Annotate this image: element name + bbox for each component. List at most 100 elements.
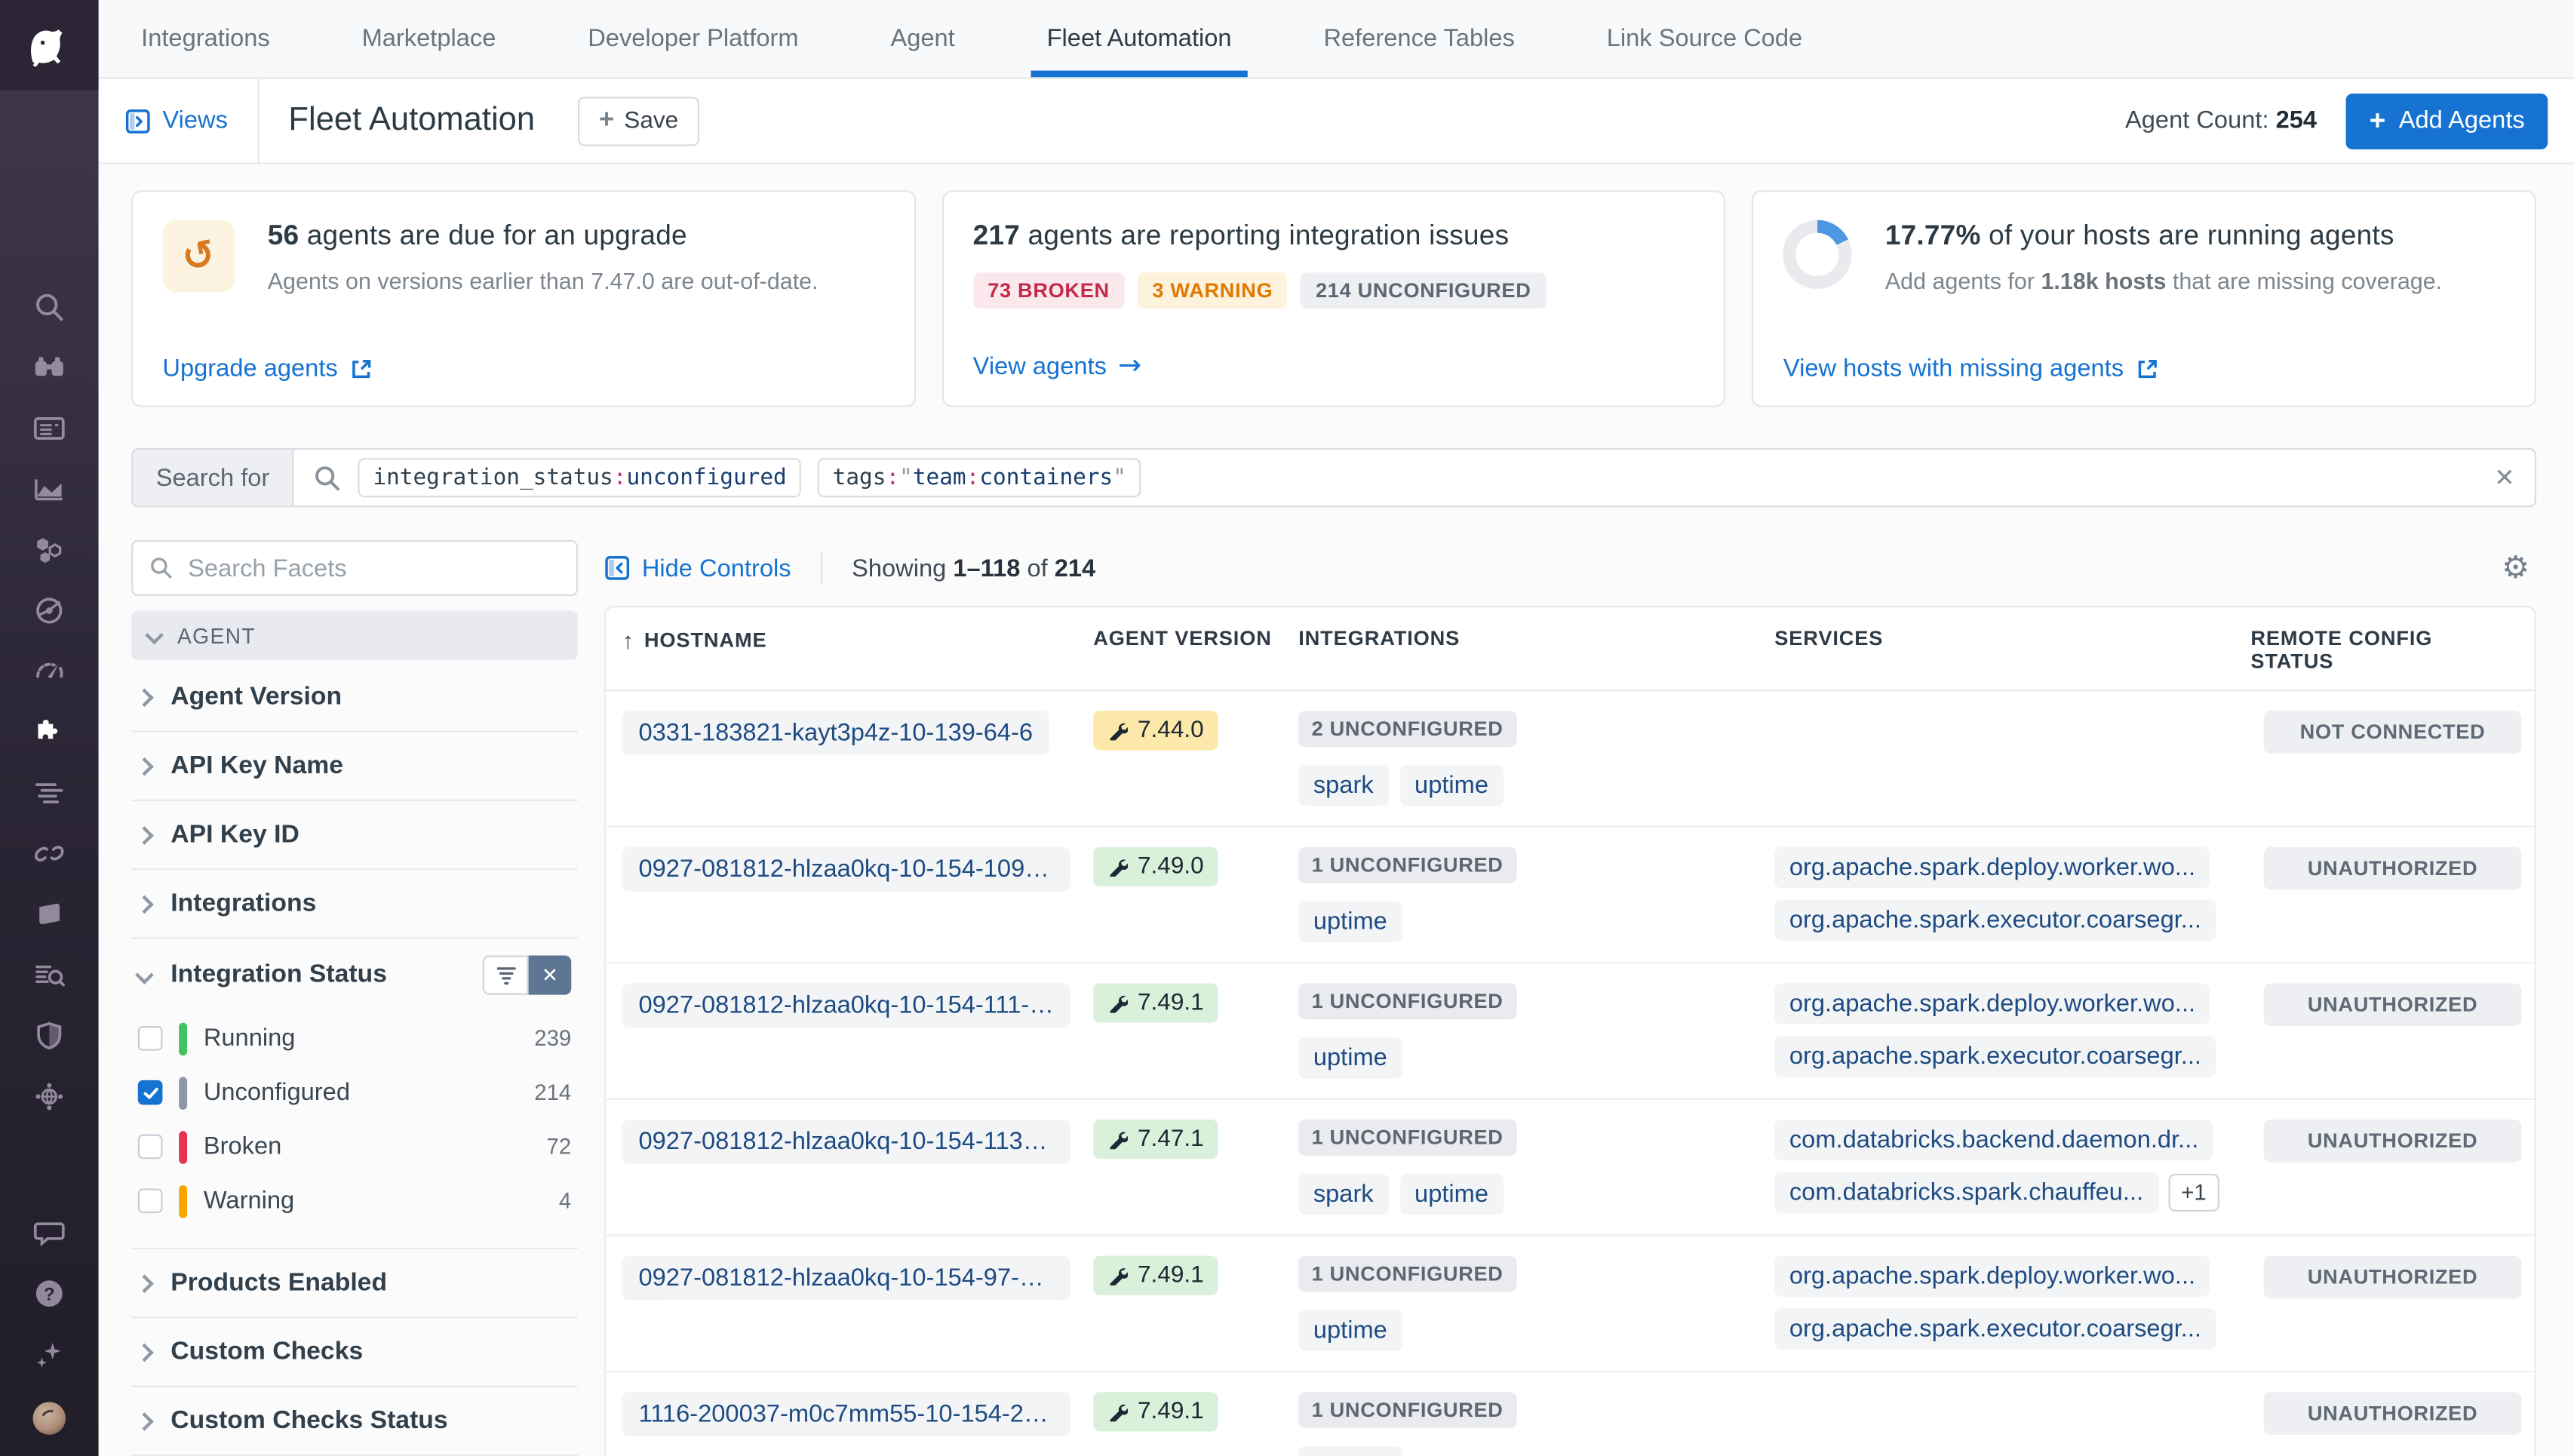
wrench-icon <box>1108 1129 1128 1149</box>
service-link[interactable]: org.apache.spark.executor.coarsegr... <box>1774 899 2216 940</box>
ci-link-icon[interactable] <box>31 836 67 872</box>
integration-link-uptime[interactable]: uptime <box>1399 1174 1503 1215</box>
filter-icon <box>495 965 516 984</box>
facet-option-running[interactable]: Running239 <box>131 1011 578 1065</box>
query-token-tags[interactable]: tags:"team:containers" <box>818 458 1141 497</box>
tab-developer-platform[interactable]: Developer Platform <box>588 0 798 77</box>
save-view-button[interactable]: + Save <box>578 96 700 145</box>
service-link[interactable]: org.apache.spark.executor.coarsegr... <box>1774 1036 2216 1077</box>
service-link[interactable]: org.apache.spark.deploy.worker.wo... <box>1774 1256 2210 1297</box>
wrench-icon <box>1108 1266 1128 1286</box>
integration-link-uptime[interactable]: uptime <box>1298 1310 1402 1350</box>
service-link[interactable]: com.databricks.spark.chauffeu... <box>1774 1172 2158 1213</box>
query-search-bar[interactable]: Search for integration_status:unconfigur… <box>131 448 2536 507</box>
checkbox[interactable] <box>138 1080 163 1105</box>
tab-agent[interactable]: Agent <box>890 0 954 77</box>
datadog-logo[interactable] <box>0 0 99 91</box>
service-link[interactable]: org.apache.spark.deploy.worker.wo... <box>1774 847 2210 888</box>
tab-marketplace[interactable]: Marketplace <box>362 0 496 77</box>
facet-integrations[interactable]: Integrations <box>131 870 578 938</box>
facet-integration-status-header[interactable]: Integration Status ✕ <box>131 939 578 1012</box>
column-remote-config-status[interactable]: REMOTE CONFIG STATUS <box>2250 607 2534 690</box>
facet-filter-button[interactable] <box>483 955 529 994</box>
services-cell: org.apache.spark.deploy.worker.wo... org.… <box>1774 963 2250 1096</box>
facet-custom-checks[interactable]: Custom Checks <box>131 1318 578 1387</box>
add-agents-button[interactable]: + Add Agents <box>2346 93 2548 149</box>
metrics-icon[interactable] <box>31 472 67 508</box>
status-options: Running239Unconfigured214Broken72Warning… <box>131 1011 578 1227</box>
integration-links: spark uptime <box>1298 1174 1774 1215</box>
facet-search[interactable] <box>131 540 578 596</box>
facet-custom-checks-status[interactable]: Custom Checks Status <box>131 1387 578 1456</box>
views-button[interactable]: Views <box>124 106 228 134</box>
column-hostname[interactable]: ↑HOSTNAME <box>606 607 1093 670</box>
query-token-integration_status[interactable]: integration_status:unconfigured <box>358 458 802 497</box>
tab-integrations[interactable]: Integrations <box>141 0 270 77</box>
facet-option-broken[interactable]: Broken72 <box>131 1120 578 1174</box>
tab-reference-tables[interactable]: Reference Tables <box>1323 0 1514 77</box>
watchdog-binoculars-icon[interactable] <box>31 349 67 386</box>
network-globe-icon[interactable] <box>31 1079 67 1115</box>
tab-fleet-automation[interactable]: Fleet Automation <box>1047 0 1232 77</box>
facet-api-key-id[interactable]: API Key ID <box>131 801 578 870</box>
integration-link-uptime[interactable]: uptime <box>1298 902 1402 942</box>
security-shield-icon[interactable] <box>31 1018 67 1054</box>
hostname-link[interactable]: 0927-081812-hlzaa0kq-10-154-97-118 <box>622 1256 1070 1301</box>
facet-agent-version[interactable]: Agent Version <box>131 663 578 732</box>
facet-products-enabled[interactable]: Products Enabled <box>131 1249 578 1318</box>
upgrade-agents-link[interactable]: Upgrade agents <box>162 355 372 382</box>
agent-version-value: 7.49.1 <box>1138 1262 1204 1289</box>
ai-sparkle-icon[interactable] <box>31 1336 67 1372</box>
chevron-right-icon <box>135 757 154 776</box>
integration-link-uptime[interactable]: uptime <box>1298 1446 1402 1456</box>
facet-option-warning[interactable]: Warning4 <box>131 1174 578 1228</box>
column-agent-version[interactable]: AGENT VERSION <box>1093 607 1298 666</box>
view-missing-hosts-link[interactable]: View hosts with missing agents <box>1783 355 2158 382</box>
user-avatar[interactable] <box>28 1397 71 1440</box>
tab-link-source-code[interactable]: Link Source Code <box>1607 0 1802 77</box>
facet-clear-button[interactable]: ✕ <box>529 955 572 994</box>
more-services-chip[interactable]: +1 <box>2168 1174 2219 1212</box>
checkbox[interactable] <box>138 1188 163 1213</box>
facet-api-key-name[interactable]: API Key Name <box>131 733 578 801</box>
facet-search-input[interactable] <box>188 554 560 582</box>
views-label: Views <box>162 106 227 134</box>
agent-version-pill: 7.49.1 <box>1093 1392 1218 1431</box>
notebooks-icon[interactable] <box>31 896 67 932</box>
integration-link-uptime[interactable]: uptime <box>1399 765 1503 806</box>
service-link[interactable]: com.databricks.backend.daemon.dr... <box>1774 1120 2213 1160</box>
integration-link-uptime[interactable]: uptime <box>1298 1037 1402 1078</box>
infrastructure-icon[interactable] <box>31 532 67 568</box>
facet-group-agent[interactable]: AGENT <box>131 610 578 659</box>
hostname-link[interactable]: 0927-081812-hlzaa0kq-10-154-109-1... <box>622 847 1070 892</box>
hostname-link[interactable]: 0927-081812-hlzaa0kq-10-154-113-1... <box>622 1120 1070 1164</box>
feedback-chat-icon[interactable] <box>31 1215 67 1251</box>
arrow-right-icon: → <box>1118 349 1141 382</box>
help-icon[interactable]: ? <box>31 1276 67 1312</box>
integrations-puzzle-icon[interactable] <box>31 714 67 751</box>
checkbox[interactable] <box>138 1026 163 1051</box>
service-link[interactable]: org.apache.spark.deploy.worker.wo... <box>1774 983 2210 1024</box>
column-integrations[interactable]: INTEGRATIONS <box>1298 607 1774 666</box>
hostname-link[interactable]: 1116-200037-m0c7mm55-10-154-24... <box>622 1392 1070 1436</box>
column-services[interactable]: SERVICES <box>1774 607 2250 666</box>
facet-option-unconfigured[interactable]: Unconfigured214 <box>131 1065 578 1120</box>
checkbox[interactable] <box>138 1135 163 1160</box>
hostname-link[interactable]: 0927-081812-hlzaa0kq-10-154-111-68 <box>622 983 1070 1027</box>
apm-icon[interactable] <box>31 593 67 629</box>
chevron-right-icon <box>135 895 154 914</box>
logs-icon[interactable] <box>31 775 67 811</box>
integration-link-spark[interactable]: spark <box>1298 1174 1388 1215</box>
hostname-link[interactable]: 0331-183821-kayt3p4z-10-139-64-6 <box>622 711 1049 755</box>
log-search-icon[interactable] <box>31 957 67 994</box>
clear-search-icon[interactable]: ✕ <box>2494 463 2514 493</box>
search-icon[interactable] <box>31 289 67 325</box>
monitors-gauge-icon[interactable] <box>31 653 67 690</box>
view-agents-link[interactable]: View agents → <box>973 349 1141 382</box>
service-link[interactable]: org.apache.spark.executor.coarsegr... <box>1774 1308 2216 1349</box>
table-settings-gear-icon[interactable]: ⚙ <box>2502 550 2529 586</box>
integration-link-spark[interactable]: spark <box>1298 765 1388 806</box>
dashboards-icon[interactable] <box>31 410 67 447</box>
option-label: Running <box>204 1024 296 1052</box>
hide-controls-button[interactable]: Hide Controls <box>604 554 791 582</box>
